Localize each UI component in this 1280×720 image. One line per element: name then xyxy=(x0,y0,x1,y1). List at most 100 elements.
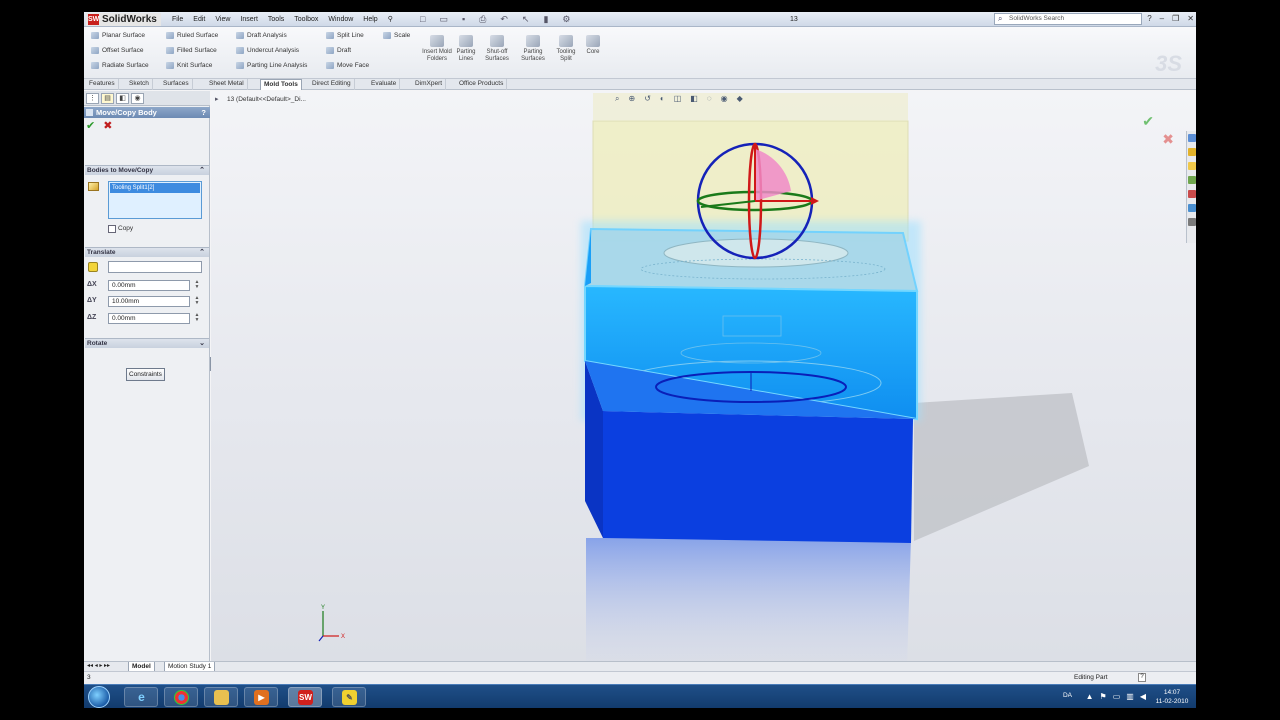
menu-help[interactable]: Help xyxy=(363,14,377,25)
zoom-area-icon[interactable]: ⊕ xyxy=(628,94,635,104)
bodies-section-header[interactable]: Bodies to Move/Copy ⌃ xyxy=(85,165,209,175)
core-button[interactable]: Core xyxy=(578,35,608,56)
confirm-ok-icon[interactable]: ✔ xyxy=(1142,113,1154,130)
select-icon[interactable]: ↖ xyxy=(522,14,530,25)
previous-view-icon[interactable]: ↺ xyxy=(644,94,651,104)
tab-sketch[interactable]: Sketch xyxy=(126,79,153,90)
menu-view[interactable]: View xyxy=(215,14,230,25)
tab-mold-tools[interactable]: Mold Tools xyxy=(260,79,302,90)
taskbar-sticky-notes[interactable]: ✎ xyxy=(332,687,366,707)
ok-icon[interactable]: ✔ xyxy=(86,120,95,132)
save-icon[interactable]: ▪ xyxy=(462,14,465,25)
delta-y-field[interactable]: 10.00mm xyxy=(108,296,190,307)
file-explorer-icon[interactable] xyxy=(1188,162,1196,170)
rotate-section-header[interactable]: Rotate ⌄ xyxy=(85,338,209,348)
taskbar-ie[interactable]: e xyxy=(124,687,158,707)
tab-features[interactable]: Features xyxy=(86,79,119,90)
clock[interactable]: 14:07 11-02-2010 xyxy=(1154,688,1190,706)
tab-dimxpert[interactable]: DimXpert xyxy=(412,79,447,90)
status-help-icon[interactable]: ? xyxy=(1138,673,1146,682)
display-manager-tab-icon[interactable]: ◉ xyxy=(131,93,144,104)
confirm-cancel-icon[interactable]: ✖ xyxy=(1162,131,1174,148)
close-icon[interactable]: ✕ xyxy=(1187,13,1194,25)
menu-window[interactable]: Window xyxy=(328,14,353,25)
draft-analysis-button[interactable]: Draft Analysis xyxy=(235,31,287,40)
taskbar-chrome[interactable] xyxy=(164,687,198,707)
copy-checkbox[interactable]: Copy xyxy=(108,224,133,233)
bodies-selection-list[interactable]: Tooling Split1[2] xyxy=(108,181,202,219)
tooling-split-button[interactable]: Tooling Split xyxy=(551,35,581,63)
tab-scroll-icon[interactable]: ◂◂ ◂ ▸ ▸▸ xyxy=(87,662,110,671)
tab-sheet-metal[interactable]: Sheet Metal xyxy=(206,79,248,90)
translate-section-header[interactable]: Translate ⌃ xyxy=(85,247,209,257)
show-hidden-icon[interactable]: ▲ xyxy=(1086,692,1094,701)
menu-edit[interactable]: Edit xyxy=(193,14,205,25)
graphics-area[interactable]: Y X 13 (Default<<Default>_Di... ⌕ ⊕ ↺ ◐ … xyxy=(211,91,1196,661)
rebuild-icon[interactable]: ▮ xyxy=(543,14,548,25)
split-line-button[interactable]: Split Line xyxy=(325,31,364,40)
feature-tree-flyout[interactable]: 13 (Default<<Default>_Di... xyxy=(215,95,306,104)
scene-icon[interactable]: ◆ xyxy=(737,94,743,104)
view-orientation-icon[interactable]: ◫ xyxy=(674,94,682,104)
search-input[interactable]: ⌕ SolidWorks Search xyxy=(994,13,1142,25)
filled-surface-button[interactable]: Filled Surface xyxy=(165,46,217,55)
taskbar-explorer[interactable] xyxy=(204,687,238,707)
display-icon[interactable]: ▭ xyxy=(1113,692,1121,701)
shut-off-surfaces-button[interactable]: Shut-off Surfaces xyxy=(482,35,512,63)
edit-appearance-icon[interactable]: ◉ xyxy=(721,94,728,104)
delta-z-spinner[interactable]: ▲ ▼ xyxy=(193,313,201,324)
tab-evaluate[interactable]: Evaluate xyxy=(368,79,401,90)
knit-surface-button[interactable]: Knit Surface xyxy=(165,61,212,70)
delta-x-spinner[interactable]: ▲ ▼ xyxy=(193,280,201,291)
parting-lines-button[interactable]: Parting Lines xyxy=(451,35,481,63)
options-icon[interactable]: ⚙ xyxy=(562,14,570,25)
hide-show-icon[interactable]: ◌ xyxy=(707,94,712,104)
feature-tree-tab-icon[interactable]: ⋮ xyxy=(86,93,99,104)
zoom-to-fit-icon[interactable]: ⌕ xyxy=(615,94,619,104)
minimize-icon[interactable]: – xyxy=(1160,13,1164,25)
taskbar-solidworks[interactable]: SW xyxy=(288,687,322,707)
menu-tools[interactable]: Tools xyxy=(268,14,284,25)
tab-surfaces[interactable]: Surfaces xyxy=(160,79,193,90)
menu-file[interactable]: File xyxy=(172,14,183,25)
menu-toolbox[interactable]: Toolbox xyxy=(294,14,318,25)
network-icon[interactable]: ▥ xyxy=(1126,692,1134,701)
language-indicator[interactable]: DA xyxy=(1063,692,1072,699)
search-results-icon[interactable] xyxy=(1188,176,1196,184)
section-view-icon[interactable]: ◐ xyxy=(660,94,665,104)
configuration-tab-icon[interactable]: ◧ xyxy=(116,93,129,104)
cancel-icon[interactable]: ✖ xyxy=(103,120,112,132)
property-help-icon[interactable]: ? xyxy=(201,107,206,118)
delta-z-field[interactable]: 0.00mm xyxy=(108,313,190,324)
menu-insert[interactable]: Insert xyxy=(240,14,258,25)
help-icon[interactable]: ? xyxy=(1147,13,1151,25)
pin-icon[interactable]: ⚲ xyxy=(388,14,393,25)
print-icon[interactable]: ⎙ xyxy=(479,14,486,25)
delta-y-spinner[interactable]: ▲ ▼ xyxy=(193,296,201,307)
volume-icon[interactable]: ◀ xyxy=(1140,692,1146,701)
insert-mold-folders-button[interactable]: Insert Mold Folders xyxy=(422,35,452,63)
radiate-surface-button[interactable]: Radiate Surface xyxy=(90,61,149,70)
start-button[interactable] xyxy=(88,686,110,708)
restore-icon[interactable]: ❐ xyxy=(1172,13,1179,25)
display-style-icon[interactable]: ◧ xyxy=(690,94,698,104)
taskbar-media-player[interactable]: ▶ xyxy=(244,687,278,707)
scale-button[interactable]: Scale xyxy=(382,31,410,40)
parting-line-analysis-button[interactable]: Parting Line Analysis xyxy=(235,61,307,70)
offset-surface-button[interactable]: Offset Surface xyxy=(90,46,143,55)
design-library-icon[interactable] xyxy=(1188,148,1196,156)
undercut-analysis-button[interactable]: Undercut Analysis xyxy=(235,46,299,55)
model-scene[interactable]: Y X xyxy=(211,91,1196,661)
delta-x-field[interactable]: 0.00mm xyxy=(108,280,190,291)
view-palette-icon[interactable] xyxy=(1188,190,1196,198)
parting-surfaces-button[interactable]: Parting Surfaces xyxy=(518,35,548,63)
undo-icon[interactable]: ↶ xyxy=(500,14,508,25)
move-face-button[interactable]: Move Face xyxy=(325,61,369,70)
property-manager-tab-icon[interactable]: ▤ xyxy=(101,93,114,104)
selected-body-item[interactable]: Tooling Split1[2] xyxy=(110,183,200,193)
planar-surface-button[interactable]: Planar Surface xyxy=(90,31,145,40)
translate-reference-field[interactable] xyxy=(108,261,202,273)
draft-button[interactable]: Draft xyxy=(325,46,351,55)
ruled-surface-button[interactable]: Ruled Surface xyxy=(165,31,218,40)
constraints-button[interactable]: Constraints xyxy=(126,368,165,381)
